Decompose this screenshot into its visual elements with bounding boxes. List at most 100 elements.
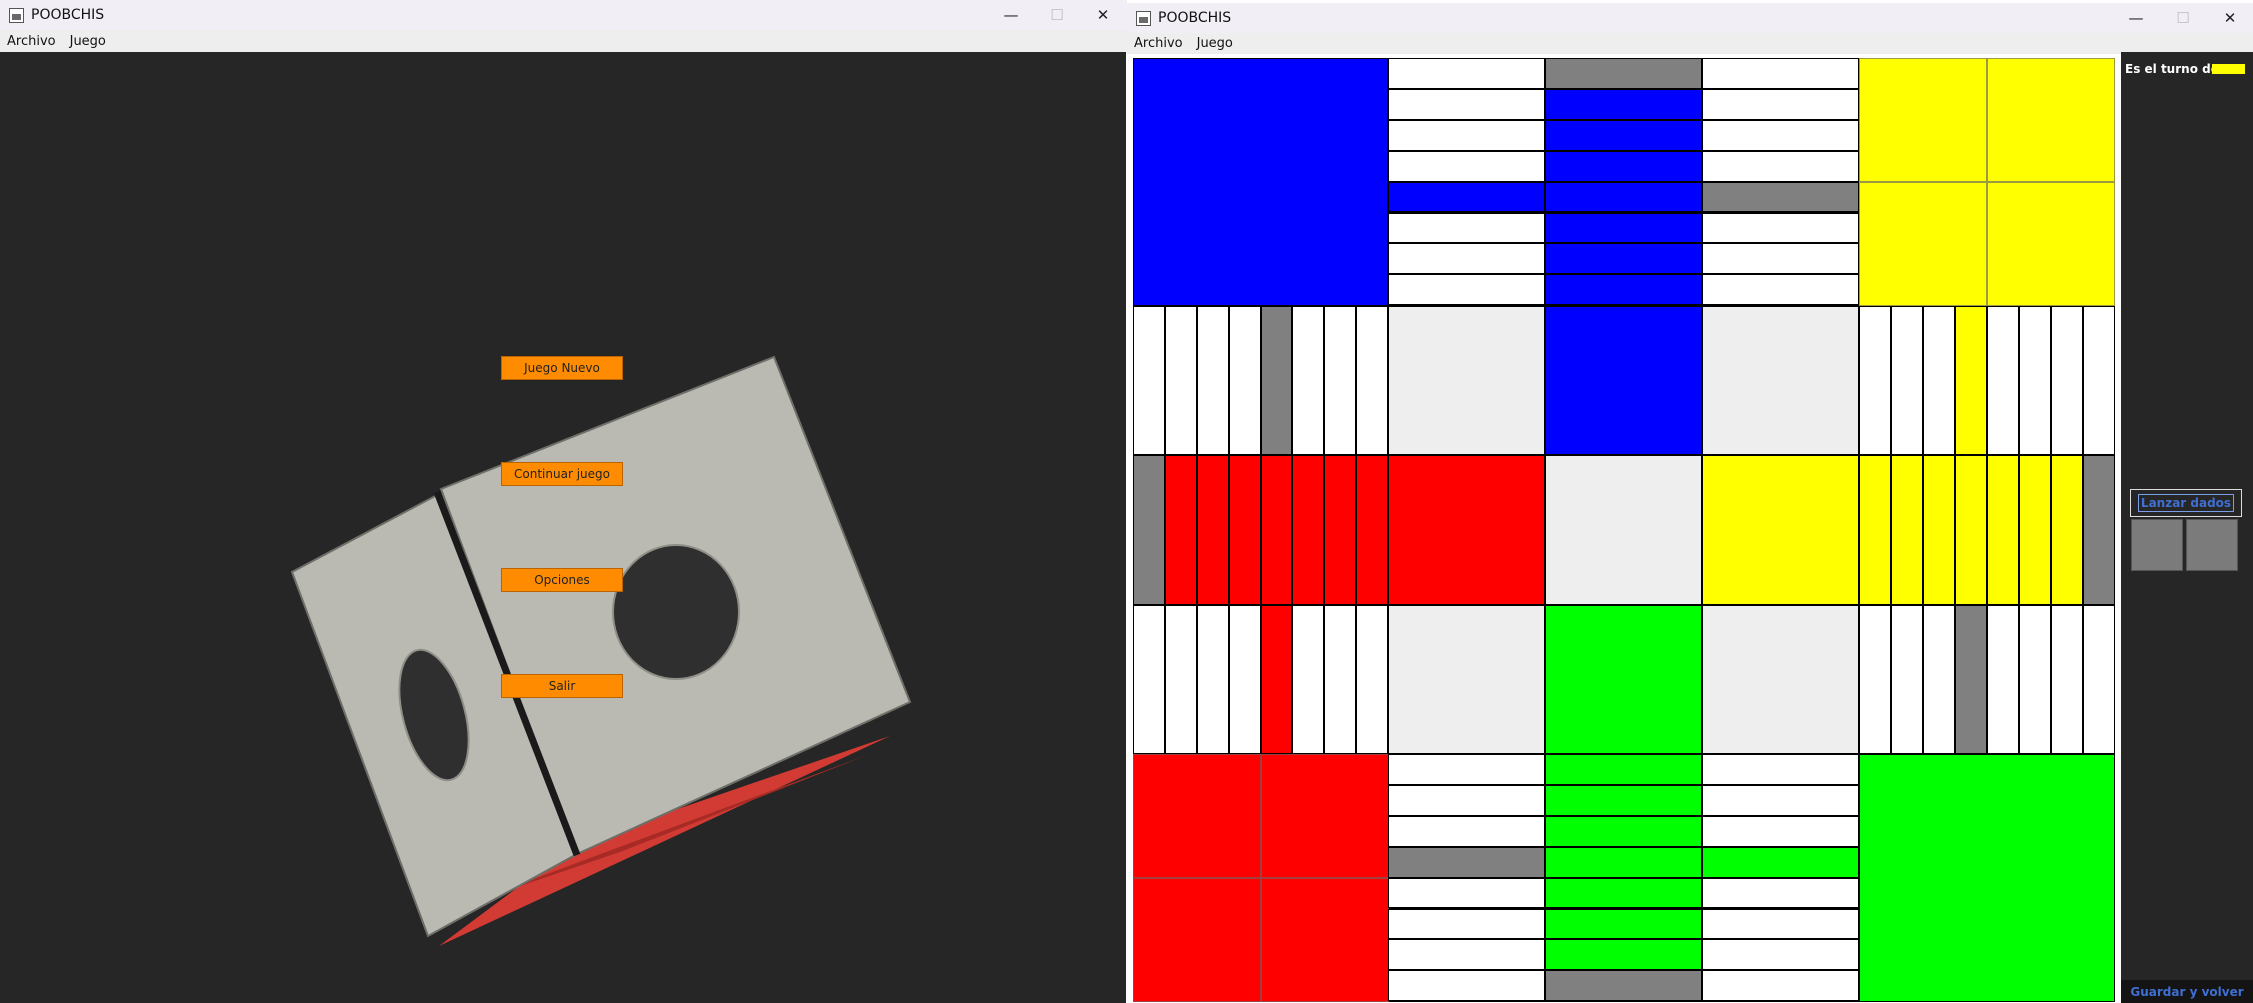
board-square — [1545, 243, 1702, 275]
maximize-button: ☐ — [1050, 6, 1064, 24]
board-square — [1545, 150, 1702, 182]
board-square — [1388, 908, 1545, 940]
board-square — [1702, 119, 1859, 151]
board-square — [1388, 212, 1545, 244]
parchis-board — [1133, 58, 2115, 1002]
turn-color-indicator — [2212, 64, 2245, 74]
board-square — [1164, 455, 1197, 605]
board-square — [1923, 455, 1955, 605]
minimize-button[interactable]: — — [2113, 3, 2159, 33]
home-yellow-quadrant — [1987, 58, 2115, 182]
board-square — [1388, 754, 1545, 785]
die-illustration — [290, 355, 912, 946]
roll-dice-label: Lanzar dados — [2137, 494, 2235, 512]
menu-window: POOBCHIS — ☐ ✕ Archivo Juego Juego Nuevo… — [0, 0, 1127, 1003]
board-square — [1164, 306, 1197, 455]
board-square — [1292, 455, 1325, 605]
home-yellow-quadrant — [1859, 182, 1987, 306]
options-button[interactable]: Opciones — [501, 568, 623, 592]
board-square — [1388, 58, 1545, 89]
board-square — [1228, 306, 1261, 455]
home-red-quadrant — [1261, 754, 1389, 878]
menu-juego[interactable]: Juego — [63, 34, 113, 49]
save-and-return-button[interactable]: Guardar y volver — [2121, 980, 2253, 1003]
board-square — [2083, 605, 2115, 754]
home-green — [1859, 754, 2115, 1002]
new-game-button[interactable]: Juego Nuevo — [501, 356, 623, 380]
center-square — [1545, 455, 1702, 605]
board-square — [1923, 306, 1955, 455]
maximize-button: ☐ — [2176, 9, 2190, 27]
menu-bar: Archivo Juego — [0, 30, 1127, 52]
board-square — [1545, 877, 1702, 909]
board-square — [1545, 908, 1702, 940]
board-square — [1987, 605, 2019, 754]
center-square — [1702, 306, 1859, 455]
menu-archivo[interactable]: Archivo — [0, 34, 63, 49]
window-title: POOBCHIS — [31, 7, 105, 23]
board-square — [1702, 181, 1859, 213]
board-square — [1388, 970, 1545, 1002]
board-square — [1702, 150, 1859, 182]
board-square — [1545, 970, 1702, 1002]
home-blue — [1133, 58, 1388, 306]
board-square — [1702, 243, 1859, 275]
board-square — [1545, 939, 1702, 971]
board-square — [1260, 306, 1293, 455]
board-square — [1545, 274, 1702, 306]
menu-archivo[interactable]: Archivo — [1127, 36, 1190, 51]
home-red-quadrant — [1133, 754, 1261, 878]
board-square — [1324, 605, 1357, 754]
board-square — [1923, 605, 1955, 754]
board-square — [1859, 306, 1891, 455]
home-yellow-quadrant — [1987, 182, 2115, 306]
board-square — [1702, 88, 1859, 120]
board-square — [1133, 605, 1165, 754]
roll-dice-button[interactable]: Lanzar dados — [2130, 489, 2242, 517]
center-square — [1702, 605, 1859, 754]
center-square — [1388, 605, 1545, 754]
continue-game-button[interactable]: Continuar juego — [501, 462, 623, 486]
board-square — [1702, 212, 1859, 244]
board-square — [1702, 970, 1859, 1002]
board-square — [1545, 58, 1702, 89]
home-red-quadrant — [1133, 878, 1261, 1002]
board-square — [1133, 306, 1165, 455]
board-square — [1545, 212, 1702, 244]
board-square — [1292, 306, 1325, 455]
menu-juego[interactable]: Juego — [1190, 36, 1240, 51]
board-square — [1987, 455, 2019, 605]
board-square — [1196, 605, 1229, 754]
close-button[interactable]: ✕ — [1080, 0, 1126, 30]
title-bar[interactable]: POOBCHIS — [1127, 3, 2253, 33]
board-square — [1702, 784, 1859, 816]
board-square — [1388, 846, 1545, 878]
close-button[interactable]: ✕ — [2207, 3, 2253, 33]
board-square — [1702, 58, 1859, 89]
board-square — [1260, 455, 1293, 605]
board-square — [1388, 815, 1545, 847]
board-square — [1891, 605, 1923, 754]
board-square — [2019, 455, 2051, 605]
minimize-button[interactable]: — — [988, 0, 1034, 30]
side-panel: Es el turno de: Lanzar dados Guardar y v… — [2121, 52, 2253, 1003]
board-square — [1260, 605, 1293, 754]
board-square — [1545, 784, 1702, 816]
board-square — [1133, 455, 1165, 605]
board-square — [1891, 306, 1923, 455]
board-square — [1388, 119, 1545, 151]
board-square — [1388, 243, 1545, 275]
board-square — [2019, 306, 2051, 455]
board-square — [1545, 815, 1702, 847]
board-square — [1702, 877, 1859, 909]
board-square — [1702, 815, 1859, 847]
board-square — [1164, 605, 1197, 754]
board-square — [1545, 181, 1702, 213]
exit-button[interactable]: Salir — [501, 674, 623, 698]
title-bar[interactable]: POOBCHIS — [0, 0, 1127, 30]
board-square — [1545, 88, 1702, 120]
board-square — [1702, 908, 1859, 940]
board-square — [1388, 181, 1545, 213]
board-square — [1388, 150, 1545, 182]
die-1 — [2131, 519, 2183, 571]
